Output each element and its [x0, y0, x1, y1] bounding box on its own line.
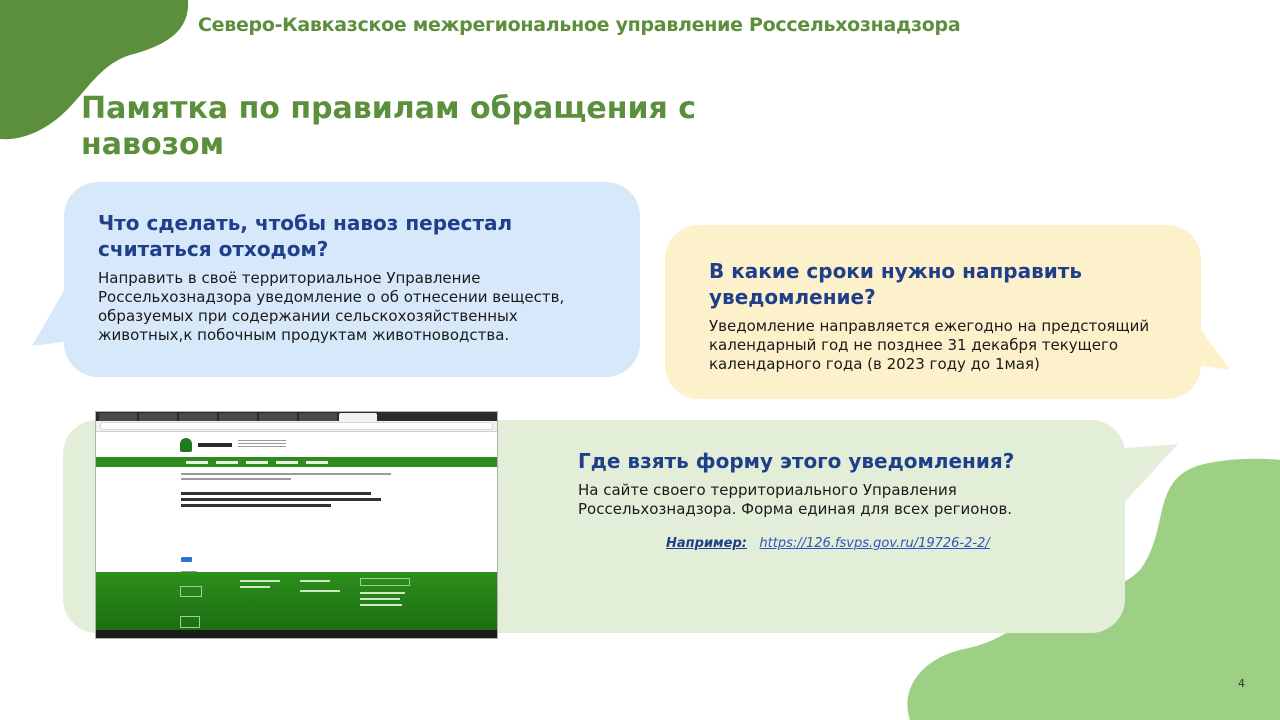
question-heading: Что сделать, чтобы навоз перестал считат… [98, 211, 513, 261]
browser-address-bar [96, 421, 497, 432]
browser-tab-strip [96, 412, 497, 421]
page-number: 4 [1238, 677, 1245, 690]
organization-name: Северо-Кавказское межрегиональное управл… [198, 14, 961, 36]
slide-title: Памятка по правилам обращения с навозом [81, 91, 697, 162]
example-url-link[interactable]: https://126.fsvps.gov.ru/19726-2-2/ [759, 536, 989, 551]
question-heading: В какие сроки нужно направить уведомлени… [709, 259, 1082, 309]
site-nav-bar [96, 457, 497, 467]
site-footer [96, 572, 497, 632]
question-heading: Где взять форму этого уведомления? [578, 449, 1015, 473]
site-button [181, 557, 192, 562]
website-screenshot [95, 411, 498, 639]
answer-text: Уведомление направляется ежегодно на пре… [709, 317, 1150, 373]
site-emblem-icon [180, 437, 192, 452]
example-link-line: Например: https://126.fsvps.gov.ru/19726… [666, 536, 990, 551]
speech-bubble-deadline: В какие сроки нужно направить уведомлени… [665, 225, 1201, 399]
os-taskbar [96, 630, 497, 638]
answer-text: Направить в своё территориальное Управле… [98, 269, 565, 344]
site-content [96, 467, 497, 601]
site-brand [198, 442, 232, 447]
example-label: Например: [666, 536, 747, 551]
speech-bubble-what-to-do: Что сделать, чтобы навоз перестал считат… [64, 182, 640, 377]
site-header [96, 432, 497, 457]
answer-text: На сайте своего территориального Управле… [578, 481, 1013, 518]
